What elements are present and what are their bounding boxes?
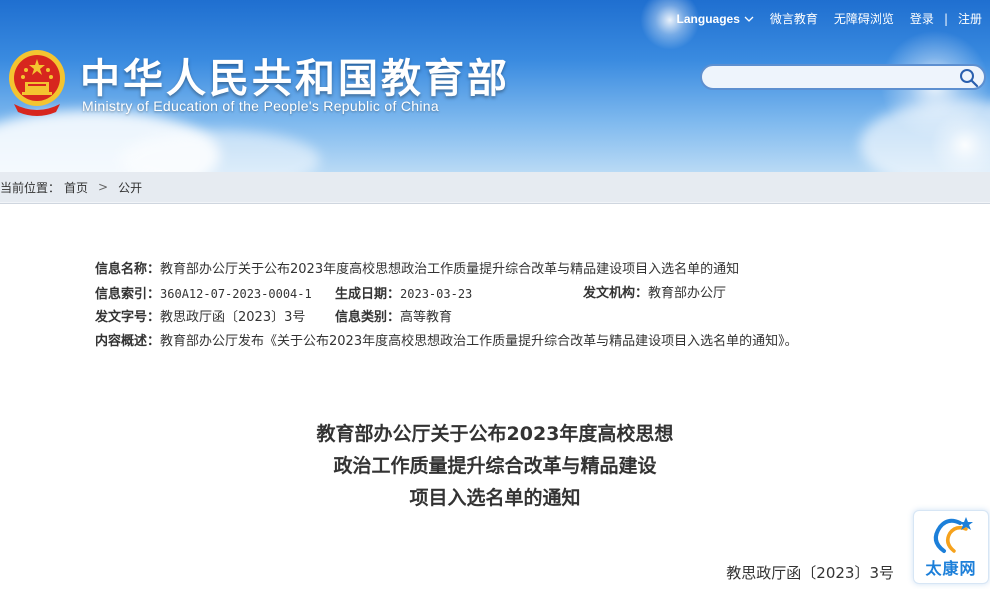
languages-dropdown[interactable]: Languages xyxy=(669,12,762,26)
site-title[interactable]: 中华人民共和国教育部 xyxy=(80,46,510,104)
login-link[interactable]: 登录 xyxy=(902,10,942,27)
watermark-logo-icon xyxy=(933,517,973,553)
main-content: 信息名称：教育部办公厅关于公布2023年度高校思想政治工作质量提升综合改革与精品… xyxy=(0,203,990,589)
national-emblem-icon[interactable] xyxy=(6,46,68,116)
site-watermark: 太康网 xyxy=(913,510,989,584)
weibo-link[interactable]: 微言教育 xyxy=(762,10,826,27)
breadcrumb: 当前位置： 首页 > 公开 xyxy=(0,172,990,202)
accessible-browse-link[interactable]: 无障碍浏览 xyxy=(826,10,902,27)
search-input[interactable] xyxy=(712,68,956,88)
breadcrumb-prefix: 当前位置： xyxy=(0,180,61,195)
site-header: 中华人民共和国教育部 Ministry of Education of the … xyxy=(0,0,990,172)
meta-label: 生成日期： xyxy=(335,287,401,302)
search-icon[interactable] xyxy=(958,67,980,89)
meta-label: 内容概述： xyxy=(95,334,161,349)
meta-row-docno: 发文字号：教思政厅函〔2023〕3号 信息类别：高等教育 xyxy=(95,306,895,330)
document-title: 教育部办公厅关于公布2023年度高校思想 政治工作质量提升综合改革与精品建设 项… xyxy=(0,418,990,514)
meta-value: 教育部办公厅发布《关于公布2023年度高校思想政治工作质量提升综合改革与精品建设… xyxy=(160,334,798,349)
meta-label: 信息索引： xyxy=(95,287,161,302)
meta-row-summary: 内容概述：教育部办公厅发布《关于公布2023年度高校思想政治工作质量提升综合改革… xyxy=(95,330,895,354)
title-line: 政治工作质量提升综合改革与精品建设 xyxy=(333,455,657,477)
chevron-down-icon xyxy=(744,16,754,22)
register-link[interactable]: 注册 xyxy=(950,10,990,27)
meta-value: 教育部办公厅 xyxy=(648,286,727,301)
meta-label: 发文机构： xyxy=(583,286,649,301)
meta-row-name: 信息名称：教育部办公厅关于公布2023年度高校思想政治工作质量提升综合改革与精品… xyxy=(95,258,895,282)
meta-row-index: 信息索引：360A12-07-2023-0004-1 生成日期：2023-03-… xyxy=(95,282,895,306)
info-metadata: 信息名称：教育部办公厅关于公布2023年度高校思想政治工作质量提升综合改革与精品… xyxy=(95,258,895,354)
meta-label: 信息类别： xyxy=(335,310,401,325)
meta-value: 教思政厅函〔2023〕3号 xyxy=(160,310,306,325)
search-box xyxy=(700,64,986,90)
breadcrumb-current[interactable]: 公开 xyxy=(114,179,146,196)
meta-value: 教育部办公厅关于公布2023年度高校思想政治工作质量提升综合改革与精品建设项目入… xyxy=(160,262,740,277)
nav-separator: | xyxy=(943,11,948,26)
site-subtitle: Ministry of Education of the People's Re… xyxy=(82,98,439,114)
meta-label: 信息名称： xyxy=(95,262,161,277)
meta-value: 2023-03-23 xyxy=(400,287,473,301)
title-line: 项目入选名单的通知 xyxy=(409,487,581,509)
meta-label: 发文字号： xyxy=(95,310,161,325)
title-line: 教育部办公厅关于公布2023年度高校思想 xyxy=(316,423,674,445)
watermark-text: 太康网 xyxy=(925,559,977,578)
top-navigation: Languages 微言教育 无障碍浏览 登录 | 注册 xyxy=(669,10,990,27)
breadcrumb-home[interactable]: 首页 xyxy=(60,179,92,196)
meta-value: 高等教育 xyxy=(400,310,453,325)
breadcrumb-arrow: > xyxy=(98,180,109,194)
document-number: 教思政厅函〔2023〕3号 xyxy=(726,564,894,582)
meta-value: 360A12-07-2023-0004-1 xyxy=(160,287,312,301)
languages-label: Languages xyxy=(676,11,740,26)
